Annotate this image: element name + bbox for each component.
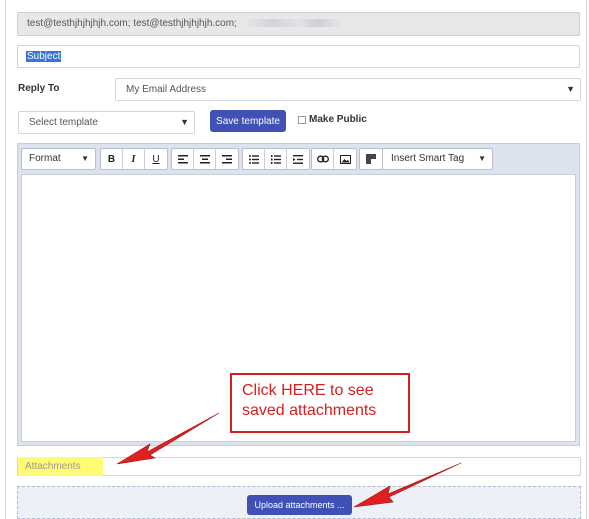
image-icon[interactable] (334, 149, 356, 169)
insert-smart-tag-dropdown[interactable]: Insert Smart Tag ▼ (382, 148, 493, 170)
subject-value: Subject (26, 51, 62, 62)
underline-button[interactable]: U (145, 149, 167, 169)
bold-button[interactable]: B (101, 149, 123, 169)
template-select[interactable]: Select template ▼ (18, 111, 195, 134)
subject-input[interactable]: Subject (17, 45, 580, 68)
numbered-list-icon[interactable] (265, 149, 287, 169)
chevron-down-icon: ▼ (478, 154, 486, 163)
chevron-down-icon: ▼ (81, 154, 89, 163)
upload-dropzone[interactable]: Upload attachments ... (17, 486, 581, 519)
template-placeholder: Select template (29, 117, 98, 128)
to-recipients-field[interactable]: test@testhjhjhjhjh.com; test@testhjhjhjh… (17, 12, 580, 36)
text-style-group: B I U (100, 148, 168, 170)
frame-border-left (5, 0, 6, 519)
frame-border-right (586, 0, 587, 519)
align-left-icon[interactable] (172, 149, 194, 169)
format-dropdown[interactable]: Format ▼ (21, 148, 96, 170)
indent-icon[interactable] (287, 149, 309, 169)
alignment-group (171, 148, 239, 170)
italic-button[interactable]: I (123, 149, 145, 169)
to-recipients-value: test@testhjhjhjhjh.com; test@testhjhjhjh… (27, 18, 237, 29)
upload-attachments-button[interactable]: Upload attachments ... (247, 495, 352, 515)
bullet-list-icon[interactable] (243, 149, 265, 169)
save-template-button[interactable]: Save template (210, 110, 286, 132)
attachments-placeholder: Attachments (18, 457, 103, 476)
redacted-recipient (242, 19, 343, 28)
reply-to-select[interactable]: My Email Address ▼ (115, 78, 581, 101)
snippet-icon[interactable] (360, 149, 382, 169)
editor-toolbar: Format ▼ B I U Insert Smart Tag ▼ (21, 148, 576, 170)
link-icon[interactable] (312, 149, 334, 169)
format-label: Format (29, 153, 61, 164)
make-public-label: Make Public (309, 114, 367, 125)
make-public-checkbox[interactable] (298, 115, 306, 124)
align-right-icon[interactable] (216, 149, 238, 169)
chevron-down-icon: ▼ (180, 117, 189, 127)
align-center-icon[interactable] (194, 149, 216, 169)
snippet-group (359, 148, 383, 170)
chevron-down-icon: ▼ (566, 84, 575, 94)
reply-to-label: Reply To (18, 83, 60, 94)
reply-to-value: My Email Address (126, 84, 207, 95)
insert-group (311, 148, 357, 170)
annotation-callout: Click HERE to see saved attachments (230, 373, 410, 433)
attachments-field[interactable]: Attachments (17, 457, 581, 476)
list-group (242, 148, 310, 170)
make-public-toggle[interactable]: Make Public (298, 114, 367, 125)
insert-smart-tag-label: Insert Smart Tag (391, 153, 465, 164)
